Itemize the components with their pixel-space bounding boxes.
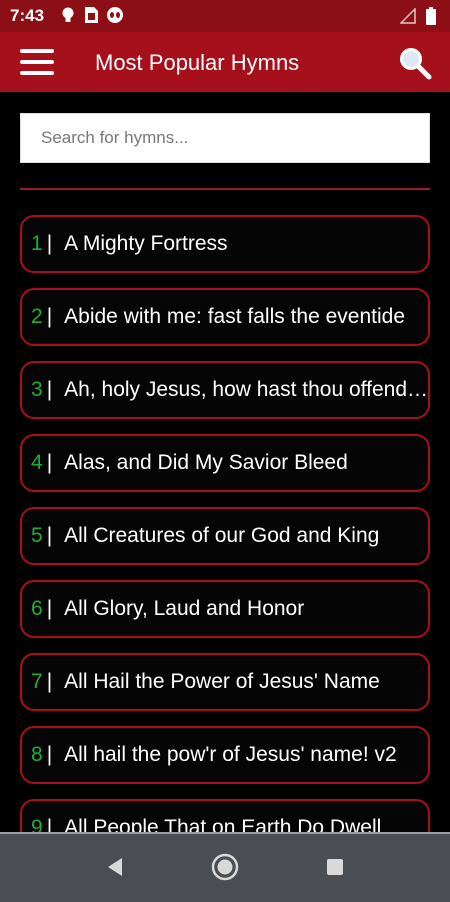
search-icon[interactable] <box>398 46 432 80</box>
app-bar: Most Popular Hymns <box>0 32 450 92</box>
hymn-number: 3 <box>31 378 43 401</box>
hymn-list-item[interactable]: 7 | All Hail the Power of Jesus' Name <box>20 653 430 711</box>
hymn-number: 7 <box>31 670 43 693</box>
hymn-title: All hail the pow'r of Jesus' name! v2 <box>64 743 397 766</box>
status-bar: 7:43 <box>0 0 450 32</box>
hymn-title: Abide with me: fast falls the eventide <box>64 305 406 328</box>
hymn-title: All Hail the Power of Jesus' Name <box>64 670 380 693</box>
search-input[interactable] <box>21 114 429 162</box>
signal-icon <box>400 8 416 24</box>
hymn-title: Alas, and Did My Savior Bleed <box>64 451 348 474</box>
page-title: Most Popular Hymns <box>95 50 300 75</box>
hymn-list[interactable]: 1 | A Mighty Fortress 2 | Abide with me:… <box>0 200 450 832</box>
hymn-separator: | <box>46 816 53 832</box>
hymn-separator: | <box>46 451 53 474</box>
lightbulb-icon <box>62 7 74 22</box>
status-notification-icons <box>60 6 124 24</box>
home-icon[interactable] <box>210 852 240 882</box>
sim-icon <box>85 7 98 23</box>
hymn-number: 5 <box>31 524 43 547</box>
search-field <box>20 113 430 163</box>
alien-icon <box>107 7 123 23</box>
hymn-list-item[interactable]: 9 | All People That on Earth Do Dwell <box>20 799 430 832</box>
hymn-title: All People That on Earth Do Dwell <box>64 816 382 832</box>
hymn-title: All Glory, Laud and Honor <box>64 597 305 620</box>
hymn-separator: | <box>46 597 53 620</box>
hymn-list-item[interactable]: 1 | A Mighty Fortress <box>20 215 430 273</box>
hymn-number: 9 <box>31 816 43 832</box>
hymn-title: All Creatures of our God and King <box>64 524 380 547</box>
status-system-icons <box>400 7 436 25</box>
hymn-number: 1 <box>31 232 43 255</box>
hymn-separator: | <box>46 305 53 328</box>
hymn-separator: | <box>46 670 53 693</box>
menu-icon[interactable] <box>20 49 54 77</box>
hymn-title: A Mighty Fortress <box>64 232 228 255</box>
back-icon[interactable] <box>100 852 130 882</box>
hymn-separator: | <box>46 524 53 547</box>
battery-icon <box>426 7 436 25</box>
hymn-number: 8 <box>31 743 43 766</box>
hymn-list-item[interactable]: 3 | Ah, holy Jesus, how hast thou offend… <box>20 361 430 419</box>
hymn-separator: | <box>46 232 53 255</box>
hymn-list-item[interactable]: 5 | All Creatures of our God and King <box>20 507 430 565</box>
hymn-list-item[interactable]: 8 | All hail the pow'r of Jesus' name! v… <box>20 726 430 784</box>
recents-icon[interactable] <box>320 852 350 882</box>
status-time: 7:43 <box>10 6 45 25</box>
hymn-number: 4 <box>31 451 43 474</box>
hymn-list-item[interactable]: 6 | All Glory, Laud and Honor <box>20 580 430 638</box>
navigation-bar <box>0 832 450 902</box>
hymn-separator: | <box>46 743 53 766</box>
hymn-list-item[interactable]: 4 | Alas, and Did My Savior Bleed <box>20 434 430 492</box>
hymn-list-item[interactable]: 2 | Abide with me: fast falls the eventi… <box>20 288 430 346</box>
hymn-separator: | <box>46 378 53 401</box>
hymn-number: 2 <box>31 305 43 328</box>
hymn-number: 6 <box>31 597 43 620</box>
divider <box>20 188 430 190</box>
hymn-title: Ah, holy Jesus, how hast thou offended <box>64 378 428 401</box>
